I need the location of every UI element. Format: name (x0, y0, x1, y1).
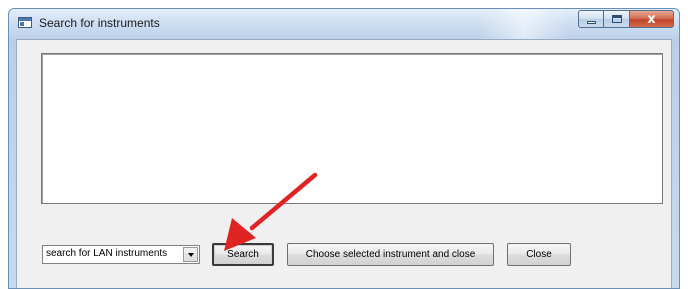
search-mode-dropdown[interactable]: search for LAN instruments (42, 245, 200, 264)
app-window-icon[interactable] (18, 17, 32, 28)
maximize-icon (611, 15, 622, 23)
choose-and-close-button[interactable]: Choose selected instrument and close (287, 243, 494, 266)
minimize-button[interactable] (578, 10, 604, 28)
window-title: Search for instruments (39, 16, 160, 30)
window-close-button[interactable]: x (630, 10, 674, 28)
search-mode-value: search for LAN instruments (46, 248, 168, 259)
title-bar[interactable]: Search for instruments x (9, 9, 679, 39)
dropdown-arrow-button[interactable] (183, 247, 198, 262)
close-button[interactable]: Close (507, 243, 571, 266)
instrument-results-list[interactable] (41, 53, 663, 204)
search-instruments-window: Search for instruments x search for LAN … (8, 8, 680, 289)
title-bar-gloss (479, 9, 569, 39)
dialog-client-area: search for LAN instruments Search Choose… (16, 39, 672, 288)
close-x-icon: x (647, 11, 656, 27)
chevron-down-icon (187, 252, 194, 257)
maximize-button[interactable] (604, 10, 630, 28)
minimize-icon (586, 20, 596, 24)
caption-buttons: x (578, 10, 674, 30)
search-button[interactable]: Search (212, 243, 274, 266)
